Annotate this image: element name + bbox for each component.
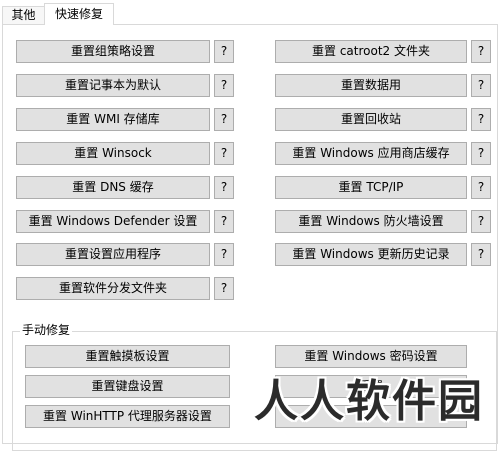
manual-fix-button[interactable] [275,405,467,428]
help-button[interactable]: ? [471,142,491,165]
help-button[interactable]: ? [471,40,491,63]
reset-winsock-button[interactable]: 重置 Winsock [16,142,210,165]
tab-quick-fix[interactable]: 快速修复 [44,3,114,25]
reset-winhttp-proxy-button[interactable]: 重置 WinHTTP 代理服务器设置 [25,405,230,428]
reset-windows-password-button[interactable]: 重置 Windows 密码设置 [275,345,467,368]
reset-update-history-button[interactable]: 重置 Windows 更新历史记录 [275,243,467,266]
help-button[interactable]: ? [471,74,491,97]
reset-wmi-repository-button[interactable]: 重置 WMI 存储库 [16,108,210,131]
help-button[interactable]: ? [214,277,234,300]
reset-firewall-button[interactable]: 重置 Windows 防火墙设置 [275,210,467,233]
reset-tcpip-button[interactable]: 重置 TCP/IP [275,176,467,199]
reset-settings-app-button[interactable]: 重置设置应用程序 [16,243,210,266]
help-button[interactable]: ? [471,243,491,266]
manual-fix-group-title: 手动修复 [20,322,73,338]
reset-group-policy-button[interactable]: 重置组策略设置 [16,40,210,63]
tab-other[interactable]: 其他 [2,6,45,24]
reset-recycle-bin-button[interactable]: 重置回收站 [275,108,467,131]
help-button[interactable]: ? [471,176,491,199]
help-button[interactable]: ? [214,40,234,63]
help-button[interactable]: ? [471,210,491,233]
help-button[interactable]: ? [214,74,234,97]
reset-store-cache-button[interactable]: 重置 Windows 应用商店缓存 [275,142,467,165]
help-button[interactable]: ? [214,142,234,165]
help-button[interactable]: ? [471,108,491,131]
manual-fix-button[interactable]: 重置 [275,375,467,398]
reset-touchpad-button[interactable]: 重置触摸板设置 [25,345,230,368]
reset-catroot2-button[interactable]: 重置 catroot2 文件夹 [275,40,467,63]
help-button[interactable]: ? [214,176,234,199]
help-button[interactable]: ? [214,210,234,233]
help-button[interactable]: ? [214,243,234,266]
reset-windows-defender-button[interactable]: 重置 Windows Defender 设置 [16,210,210,233]
help-button[interactable]: ? [214,108,234,131]
reset-data-usage-button[interactable]: 重置数据用 [275,74,467,97]
reset-keyboard-button[interactable]: 重置键盘设置 [25,375,230,398]
reset-dns-cache-button[interactable]: 重置 DNS 缓存 [16,176,210,199]
reset-software-distribution-button[interactable]: 重置软件分发文件夹 [16,277,210,300]
reset-notepad-button[interactable]: 重置记事本为默认 [16,74,210,97]
